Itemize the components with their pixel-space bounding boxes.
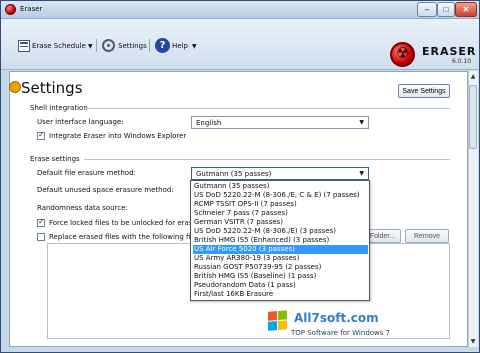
erasure-method-option[interactable]: US Army AR380-19 (3 passes)	[193, 254, 368, 263]
settings-button[interactable]: Settings	[118, 42, 147, 50]
erasure-method-option[interactable]: German VSITR (7 passes)	[193, 218, 368, 227]
erasure-method-option[interactable]: Gutmann (35 passes)	[193, 182, 368, 191]
replace-files-checkbox[interactable]	[37, 233, 45, 241]
remove-button[interactable]: Remove	[405, 229, 449, 243]
chevron-down-icon: ▼	[359, 170, 364, 177]
erase-schedule-dropdown-icon[interactable]: ▼	[88, 43, 93, 50]
section-divider	[84, 108, 450, 109]
windows-logo-icon	[268, 310, 288, 331]
default-file-method-value: Gutmann (35 passes)	[196, 170, 272, 178]
help-dropdown-icon[interactable]: ▼	[192, 43, 197, 50]
scroll-down-icon[interactable]: ▼	[469, 338, 477, 346]
erasure-method-option[interactable]: US DoD 5220.22-M (8-306./E) (3 passes)	[193, 227, 368, 236]
force-unlock-checkbox[interactable]	[37, 217, 45, 227]
window-title: Eraser	[20, 5, 43, 13]
save-settings-button[interactable]: Save Settings	[398, 84, 450, 98]
erase-settings-heading: Erase settings	[30, 155, 80, 163]
erasure-method-option[interactable]: Russian GOST P50739-95 (2 passes)	[193, 263, 368, 272]
title-bar: Eraser – □ ✕	[1, 1, 479, 19]
toolbar-separator	[96, 39, 97, 52]
erasure-method-dropdown[interactable]: Gutmann (35 passes) US DoD 5220.22-M (8-…	[190, 180, 370, 301]
integrate-explorer-checkbox[interactable]	[37, 130, 45, 140]
shell-integration-heading: Shell integration	[30, 104, 88, 112]
language-select[interactable]: English ▼	[191, 116, 369, 129]
main-toolbar: Erase Schedule ▼ Settings ? Help ▼ ERASE…	[1, 19, 479, 70]
help-icon[interactable]: ?	[155, 38, 170, 53]
settings-page-icon	[9, 81, 21, 93]
scroll-up-icon[interactable]: ▲	[469, 73, 477, 81]
erasure-method-option[interactable]: British HMG IS5 (Enhanced) (3 passes)	[193, 236, 368, 245]
chevron-down-icon: ▼	[359, 119, 364, 126]
erasure-method-option[interactable]: US DoD 5220.22-M (8-306./E, C & E) (7 pa…	[193, 191, 368, 200]
gear-icon[interactable]	[102, 39, 115, 52]
minimize-button[interactable]: –	[417, 2, 437, 17]
calendar-icon[interactable]	[18, 40, 30, 52]
windows-logo-pane	[278, 310, 287, 320]
default-file-method-select[interactable]: Gutmann (35 passes) ▼	[191, 167, 369, 180]
unused-space-method-label: Default unused space erasure method:	[37, 186, 174, 194]
watermark-site: All7soft.com	[294, 311, 379, 325]
default-file-method-label: Default file erasure method:	[37, 169, 136, 177]
erase-schedule-button[interactable]: Erase Schedule	[32, 42, 86, 50]
erasure-method-option[interactable]: British HMG IS5 (Baseline) (1 pass)	[193, 272, 368, 281]
toolbar-separator	[149, 39, 150, 52]
selected-erasure-method-option[interactable]: US Air Force 5020 (3 passes)	[193, 245, 368, 254]
close-button[interactable]: ✕	[455, 2, 477, 17]
eraser-brand-name: ERASER	[422, 45, 477, 58]
replace-files-label: Replace erased files with the following …	[49, 233, 201, 241]
erasure-method-option[interactable]: Pseudorandom Data (1 pass)	[193, 281, 368, 290]
scrollbar-thumb[interactable]	[469, 85, 477, 149]
windows-logo-pane	[268, 321, 277, 331]
force-unlock-label: Force locked files to be unlocked for er…	[49, 219, 204, 227]
section-divider	[84, 159, 450, 160]
randomness-source-label: Randomness data source:	[37, 204, 128, 212]
help-button[interactable]: Help	[172, 42, 188, 50]
radiation-logo-icon	[390, 42, 415, 67]
language-value: English	[196, 119, 222, 127]
windows-logo-pane	[278, 320, 287, 330]
page-title: Settings	[21, 79, 83, 97]
watermark-tagline: TOP Software for Windows 7	[291, 329, 391, 337]
erasure-method-option[interactable]: First/last 16KB Erasure	[193, 290, 368, 299]
maximize-button[interactable]: □	[437, 2, 455, 17]
erasure-method-option[interactable]: Schneier 7 pass (7 passes)	[193, 209, 368, 218]
eraser-window: Eraser – □ ✕ Erase Schedule ▼ Settings ?…	[0, 0, 480, 353]
windows-logo-pane	[268, 311, 277, 321]
erasure-method-option[interactable]: RCMP TSSIT OPS-II (7 passes)	[193, 200, 368, 209]
eraser-version: 6.0.10	[452, 58, 472, 65]
integrate-explorer-label: Integrate Eraser into Windows Explorer	[49, 132, 187, 140]
eraser-app-icon	[5, 4, 16, 15]
language-label: User interface language:	[37, 118, 124, 126]
